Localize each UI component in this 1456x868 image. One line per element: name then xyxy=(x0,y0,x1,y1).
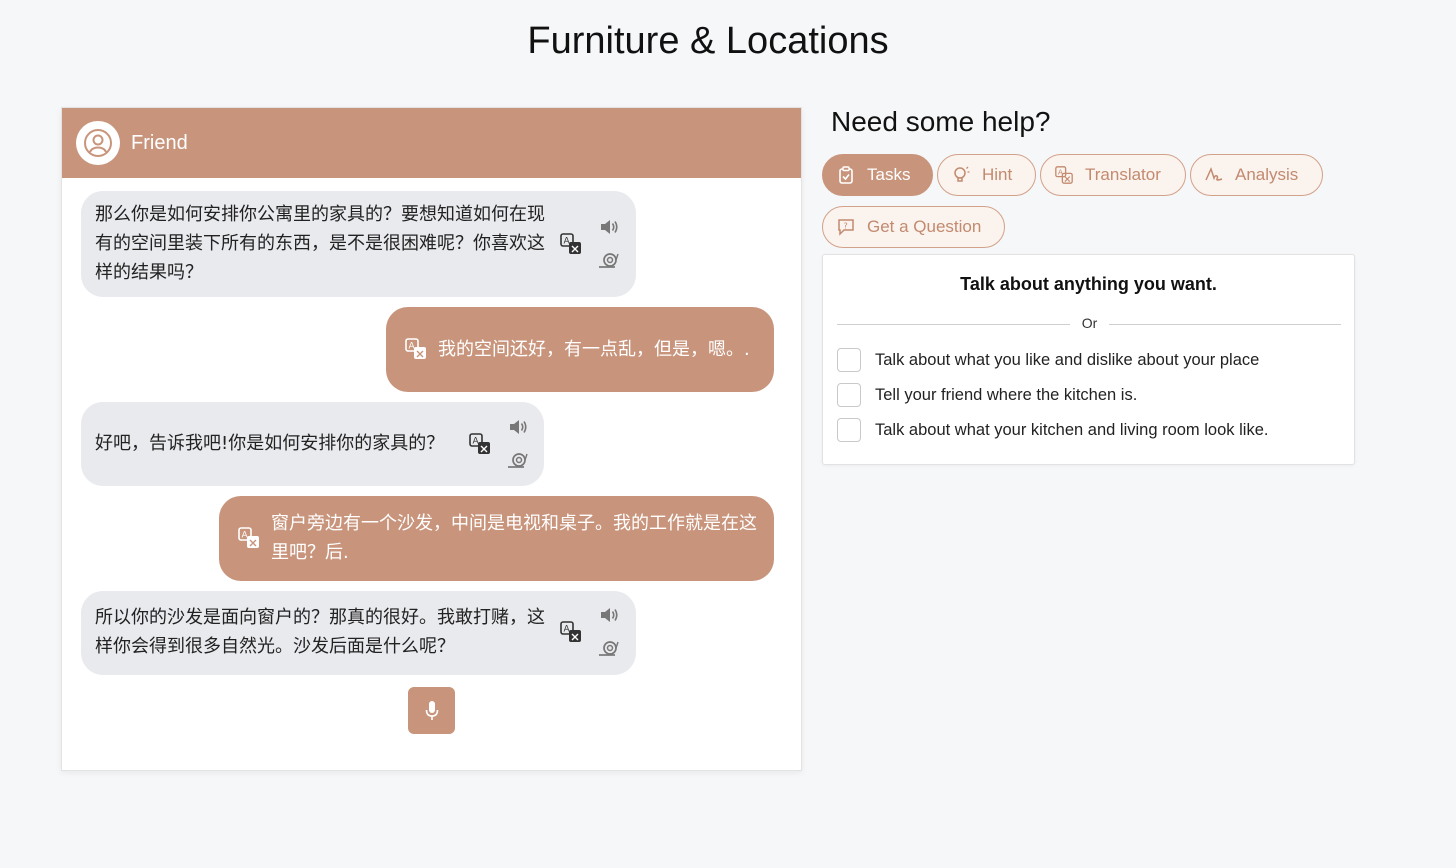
signature-icon xyxy=(1205,166,1223,184)
tasks-panel: Talk about anything you want. Or Talk ab… xyxy=(822,254,1355,465)
microphone-icon xyxy=(425,700,438,720)
record-microphone-button[interactable] xyxy=(408,687,455,734)
task-checkbox[interactable] xyxy=(837,383,861,407)
speaker-icon[interactable] xyxy=(508,418,528,436)
tasks-button[interactable]: Tasks xyxy=(822,154,933,196)
translate-icon: A xyxy=(1055,166,1073,184)
message-bubble-friend: 那么你是如何安排你公寓里的家具的？要想知道如何在现有的空间里装下所有的东西，是不… xyxy=(81,191,636,297)
slow-playback-snail-icon[interactable] xyxy=(598,639,620,657)
message-text: 我的空间还好，有一点乱，但是，嗯。. xyxy=(438,339,750,360)
get-a-question-button-label: Get a Question xyxy=(867,217,982,236)
speaker-icon[interactable] xyxy=(599,606,619,624)
message-bubble-user: A 我的空间还好，有一点乱，但是，嗯。. xyxy=(386,307,774,392)
get-a-question-button[interactable]: ? Get a Question xyxy=(822,206,1005,248)
tasks-button-label: Tasks xyxy=(867,165,911,184)
hint-button[interactable]: Hint xyxy=(937,154,1036,196)
message-text: 所以你的沙发是面向窗户的？那真的很好。我敢打赌，这样你会得到很多自然光。沙发后面… xyxy=(95,607,545,657)
message-text: 窗户旁边有一个沙发，中间是电视和桌子。我的工作就是在这里吧？后. xyxy=(271,513,757,563)
message-bubble-friend: 所以你的沙发是面向窗户的？那真的很好。我敢打赌，这样你会得到很多自然光。沙发后面… xyxy=(81,591,636,675)
analysis-button[interactable]: Analysis xyxy=(1190,154,1323,196)
chat-header: Friend xyxy=(62,108,801,178)
svg-text:?: ? xyxy=(844,222,848,231)
task-label: Talk about what you like and dislike abo… xyxy=(875,350,1260,369)
or-label: Or xyxy=(1081,315,1098,331)
slow-playback-snail-icon[interactable] xyxy=(507,451,529,469)
slow-playback-snail-icon[interactable] xyxy=(598,251,620,269)
message-bubble-user: A 窗户旁边有一个沙发，中间是电视和桌子。我的工作就是在这里吧？后. xyxy=(219,496,774,581)
analysis-button-label: Analysis xyxy=(1235,165,1299,184)
hint-button-label: Hint xyxy=(982,165,1013,184)
translate-icon[interactable]: A xyxy=(560,233,582,255)
chat-panel: Friend 那么你是如何安排你公寓里的家具的？要想知道如何在现有的空间里装下所… xyxy=(61,107,802,771)
help-title: Need some help? xyxy=(831,106,1051,137)
speaker-icon[interactable] xyxy=(599,218,619,236)
translate-icon[interactable]: A xyxy=(560,621,582,643)
question-message-icon: ? xyxy=(837,218,855,236)
message-bubble-friend: 好吧，告诉我吧!你是如何安排你的家具的？ A xyxy=(81,402,544,486)
page-title: Furniture & Locations xyxy=(527,20,889,62)
message-text: 好吧，告诉我吧!你是如何安排你的家具的？ xyxy=(95,433,445,454)
avatar xyxy=(76,121,120,165)
task-item: Talk about what you like and dislike abo… xyxy=(837,348,1259,372)
lightbulb-icon xyxy=(952,166,970,184)
translate-icon[interactable]: A xyxy=(469,433,491,455)
task-label: Tell your friend where the kitchen is. xyxy=(875,385,1138,404)
task-item: Talk about what your kitchen and living … xyxy=(837,418,1268,442)
divider xyxy=(1109,324,1341,325)
task-label: Talk about what your kitchen and living … xyxy=(875,420,1269,439)
translate-icon[interactable]: A xyxy=(238,527,260,549)
task-checkbox[interactable] xyxy=(837,348,861,372)
clipboard-check-icon xyxy=(837,166,855,184)
translator-button-label: Translator xyxy=(1085,165,1161,184)
chat-partner-name: Friend xyxy=(131,131,188,154)
tasks-heading: Talk about anything you want. xyxy=(960,274,1217,294)
divider xyxy=(837,324,1070,325)
task-checkbox[interactable] xyxy=(837,418,861,442)
translator-button[interactable]: A Translator xyxy=(1040,154,1186,196)
translate-icon[interactable]: A xyxy=(405,338,427,360)
task-item: Tell your friend where the kitchen is. xyxy=(837,383,1137,407)
user-avatar-icon xyxy=(84,129,112,157)
message-text: 那么你是如何安排你公寓里的家具的？要想知道如何在现有的空间里装下所有的东西，是不… xyxy=(95,204,545,283)
